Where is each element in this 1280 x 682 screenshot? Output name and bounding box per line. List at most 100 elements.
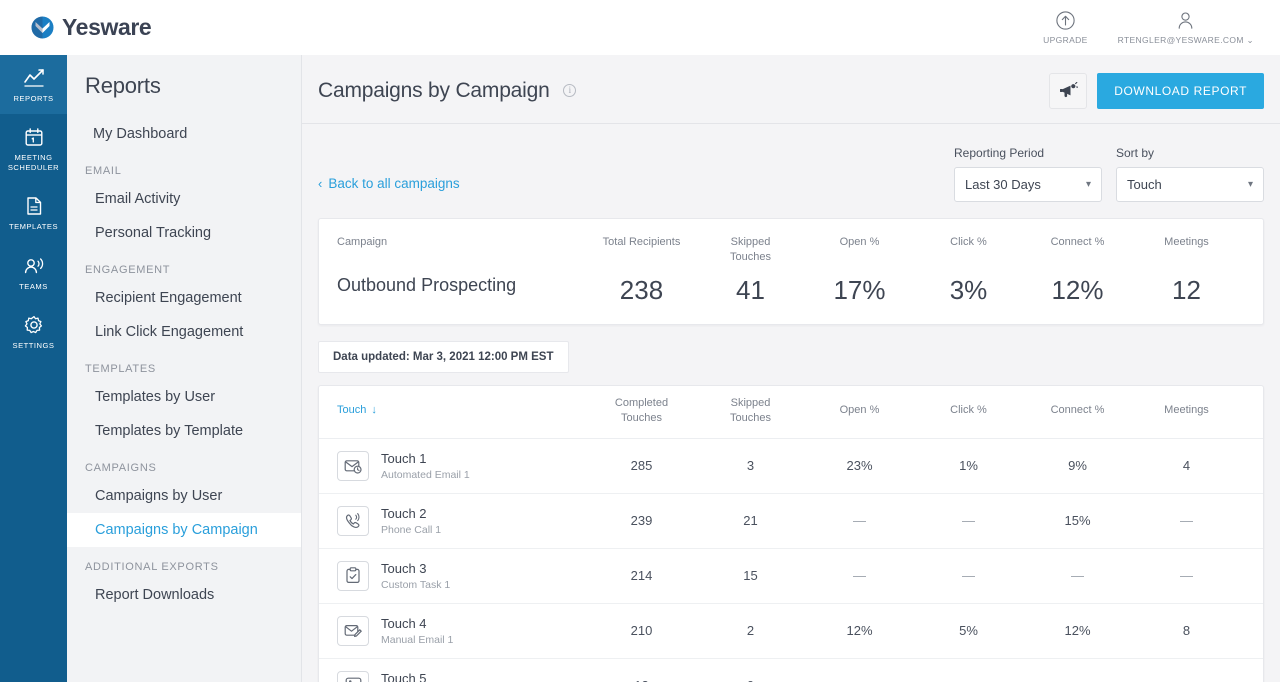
brand-name: Yesware bbox=[62, 14, 152, 40]
email-clock-icon bbox=[337, 450, 369, 481]
reporting-period-value: Last 30 Days bbox=[965, 177, 1041, 192]
document-icon bbox=[25, 195, 43, 217]
sidebar-item-email-activity[interactable]: Email Activity bbox=[67, 182, 301, 216]
summary-metric-connect-pct: Connect % 12% bbox=[1023, 235, 1132, 306]
data-updated-badge: Data updated: Mar 3, 2021 12:00 PM EST bbox=[318, 341, 569, 373]
summary-metric-header: Meetings bbox=[1164, 236, 1209, 248]
touch-text: Touch 5 Connect on Sales Navigator bbox=[381, 671, 512, 682]
touches-table: Touch ↓ Completed Touches Skipped Touche… bbox=[318, 385, 1264, 682]
summary-campaign-header: Campaign bbox=[337, 236, 388, 248]
table-row[interactable]: Touch 4 Manual Email 1 210 2 12% 5% 12% … bbox=[319, 604, 1263, 659]
reporting-period-select[interactable]: Last 30 Days ▾ bbox=[954, 167, 1102, 202]
main-content: Campaigns by Campaign i DOWNLOAD REPORT … bbox=[301, 55, 1280, 682]
upgrade-label: UPGRADE bbox=[1043, 34, 1088, 45]
chevron-down-icon: ▾ bbox=[1085, 179, 1091, 190]
cell-connect-pct: 12% bbox=[1064, 623, 1091, 639]
table-row[interactable]: Touch 2 Phone Call 1 239 21 — — 15% — bbox=[319, 494, 1263, 549]
top-bar: Yesware UPGRADE RTENGLER@YESWARE.COM ⌄ bbox=[0, 0, 1280, 55]
cell-skipped-touches: 0 bbox=[696, 678, 805, 682]
page-header-actions: DOWNLOAD REPORT bbox=[1049, 73, 1264, 109]
table-row[interactable]: Touch 5 Connect on Sales Navigator 12 0 … bbox=[319, 659, 1263, 682]
summary-campaign-name: Outbound Prospecting bbox=[337, 275, 517, 295]
touch-name: Touch 2 bbox=[381, 505, 427, 521]
summary-metric-value: 17% bbox=[833, 275, 886, 305]
sort-by-value: Touch bbox=[1127, 177, 1162, 192]
chevron-down-icon: ⌄ bbox=[1246, 34, 1254, 45]
info-icon[interactable]: i bbox=[563, 83, 577, 97]
rail-item-reports[interactable]: REPORTS bbox=[0, 55, 67, 115]
sidebar-item-my-dashboard[interactable]: My Dashboard bbox=[67, 117, 301, 151]
upgrade-button[interactable]: UPGRADE bbox=[1043, 10, 1088, 45]
sidebar-item-personal-tracking[interactable]: Personal Tracking bbox=[67, 216, 301, 250]
summary-metric-header: Open % bbox=[839, 236, 880, 248]
campaign-summary-row: Campaign Outbound Prospecting Total Reci… bbox=[319, 219, 1263, 324]
account-label: RTENGLER@YESWARE.COM ⌄ bbox=[1118, 35, 1254, 46]
megaphone-icon bbox=[1058, 82, 1079, 100]
top-bar-actions: UPGRADE RTENGLER@YESWARE.COM ⌄ bbox=[1043, 10, 1262, 46]
touch-text: Touch 2 Phone Call 1 bbox=[381, 506, 441, 536]
rail-item-templates[interactable]: TEMPLATES bbox=[0, 183, 67, 242]
cell-click-pct: 1% bbox=[959, 458, 978, 474]
rail-item-settings[interactable]: SETTINGS bbox=[0, 302, 67, 361]
rail-item-teams[interactable]: TEAMS bbox=[0, 243, 67, 302]
gear-icon bbox=[24, 314, 44, 336]
cell-connect-pct: — bbox=[1023, 678, 1132, 682]
chevron-left-icon: ‹ bbox=[318, 176, 323, 191]
rail-label-templates: TEMPLATES bbox=[8, 222, 59, 232]
summary-metric-total-recipients: Total Recipients 238 bbox=[587, 235, 696, 306]
touch-name: Touch 3 bbox=[381, 560, 427, 576]
sidebar-item-templates-by-template[interactable]: Templates by Template bbox=[67, 414, 301, 448]
data-updated-row: Data updated: Mar 3, 2021 12:00 PM EST bbox=[318, 325, 1264, 385]
cell-completed-touches: 239 bbox=[630, 513, 653, 529]
table-header-touch[interactable]: Touch ↓ bbox=[337, 403, 587, 418]
table-header-meetings: Meetings bbox=[1164, 404, 1209, 417]
app-body: REPORTS MEETING SCHEDULER TEMPLATES TEAM… bbox=[0, 55, 1280, 682]
summary-metric-header: Skipped Touches bbox=[730, 236, 771, 263]
rail-item-meeting-scheduler[interactable]: MEETING SCHEDULER bbox=[0, 114, 67, 183]
brand-logo[interactable]: Yesware bbox=[30, 14, 152, 41]
account-menu[interactable]: RTENGLER@YESWARE.COM ⌄ bbox=[1118, 10, 1254, 46]
cell-click-pct: — bbox=[914, 678, 1023, 682]
sidebar-item-campaigns-by-campaign[interactable]: Campaigns by Campaign bbox=[67, 513, 301, 547]
back-to-all-campaigns-link[interactable]: ‹ Back to all campaigns bbox=[318, 176, 460, 191]
touch-cell: Touch 5 Connect on Sales Navigator bbox=[337, 670, 587, 682]
touch-cell: Touch 2 Phone Call 1 bbox=[337, 505, 587, 536]
sidebar-item-link-click-engagement[interactable]: Link Click Engagement bbox=[67, 315, 301, 349]
sidebar-item-campaigns-by-user[interactable]: Campaigns by User bbox=[67, 479, 301, 513]
sidebar-item-recipient-engagement[interactable]: Recipient Engagement bbox=[67, 281, 301, 315]
rail-label-reports: REPORTS bbox=[13, 94, 54, 103]
touch-cell: Touch 3 Custom Task 1 bbox=[337, 560, 587, 591]
cell-meetings: — bbox=[1180, 513, 1193, 529]
summary-metric-value: 12% bbox=[1051, 275, 1104, 305]
table-row[interactable]: Touch 1 Automated Email 1 285 3 23% 1% 9… bbox=[319, 439, 1263, 494]
download-report-button[interactable]: DOWNLOAD REPORT bbox=[1097, 73, 1264, 109]
sidebar-group-additional-exports: ADDITIONAL EXPORTS bbox=[85, 561, 219, 573]
rail-label-settings: SETTINGS bbox=[12, 341, 55, 351]
cell-skipped-touches: 2 bbox=[746, 623, 755, 639]
cell-connect-pct: 15% bbox=[1064, 513, 1091, 529]
feedback-button[interactable] bbox=[1049, 73, 1088, 109]
summary-metric-header: Connect % bbox=[1050, 236, 1105, 248]
rail-label-teams: TEAMS bbox=[19, 281, 48, 291]
summary-campaign-cell: Campaign Outbound Prospecting bbox=[337, 235, 587, 296]
table-row[interactable]: Touch 3 Custom Task 1 214 15 — — — — bbox=[319, 549, 1263, 604]
sidebar-item-report-downloads[interactable]: Report Downloads bbox=[67, 578, 301, 612]
app-root: Yesware UPGRADE RTENGLER@YESWARE.COM ⌄ R… bbox=[0, 0, 1280, 682]
sidebar-group-email: EMAIL bbox=[85, 165, 122, 177]
cell-completed-touches: 12 bbox=[587, 678, 696, 682]
cell-open-pct: 12% bbox=[846, 623, 873, 639]
summary-metric-value: 238 bbox=[619, 275, 664, 305]
page-header-row: Campaigns by Campaign i DOWNLOAD REPORT bbox=[318, 73, 1264, 123]
cell-click-pct: 5% bbox=[959, 623, 978, 639]
chart-line-icon bbox=[23, 67, 45, 89]
icon-rail: REPORTS MEETING SCHEDULER TEMPLATES TEAM… bbox=[0, 55, 67, 682]
cell-meetings: 8 bbox=[1182, 623, 1191, 639]
sidebar-title: Reports bbox=[85, 73, 161, 98]
cell-open-pct: — bbox=[853, 513, 866, 529]
upload-circle-icon bbox=[1055, 10, 1076, 31]
cell-meetings: — bbox=[1132, 678, 1241, 682]
sort-by-select[interactable]: Touch ▾ bbox=[1116, 167, 1264, 202]
summary-metric-meetings: Meetings 12 bbox=[1132, 235, 1241, 306]
sidebar-item-templates-by-user[interactable]: Templates by User bbox=[67, 380, 301, 414]
email-pencil-icon bbox=[337, 615, 369, 646]
